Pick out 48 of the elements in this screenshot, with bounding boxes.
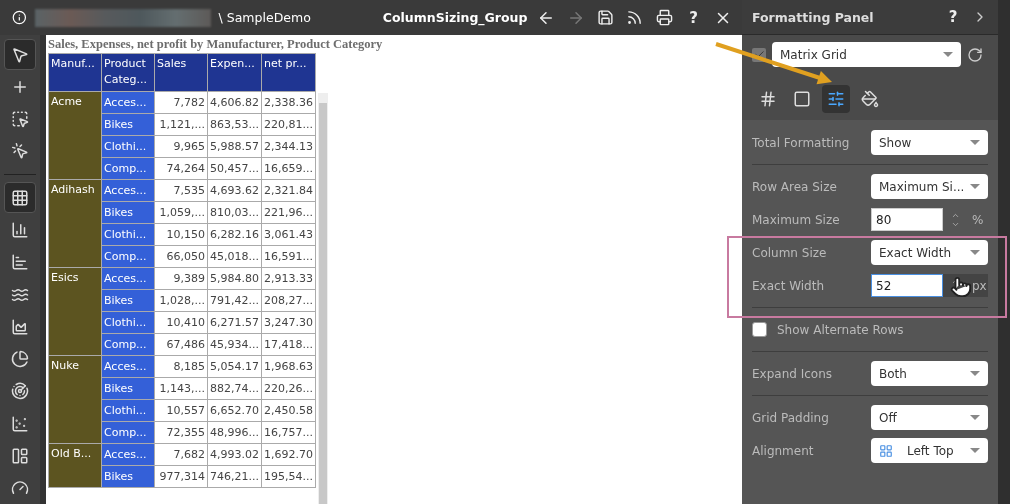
manufacturer-cell: Adihash xyxy=(48,179,102,268)
column-header: Manuf... xyxy=(48,53,102,92)
panel-title: Formatting Panel xyxy=(752,9,875,25)
manufacturer-cell: Nuke xyxy=(48,355,102,444)
setting-label: Expand Icons xyxy=(752,366,834,381)
setting-label: Grid Padding xyxy=(752,410,830,425)
setting-label: Row Area Size xyxy=(752,179,838,194)
setting-label: Alignment xyxy=(752,443,815,458)
column-header: Expen... xyxy=(207,53,262,92)
paint-bucket-icon[interactable] xyxy=(861,90,879,108)
setting-label: Column Size xyxy=(752,245,828,260)
hand-cursor-icon xyxy=(950,276,972,298)
dropdown[interactable]: Show xyxy=(871,130,988,155)
sliders-icon[interactable] xyxy=(822,85,850,113)
manufacturer-cell: Old B... xyxy=(48,443,102,488)
dropdown[interactable]: Exact Width xyxy=(871,240,988,265)
hash-icon[interactable] xyxy=(759,90,777,108)
number-field[interactable]: 80 xyxy=(871,208,943,231)
unit-label: px xyxy=(972,278,987,293)
setting-label: Show Alternate Rows xyxy=(777,322,905,337)
column-header: net pr... xyxy=(261,53,316,92)
column-header: Product Categ... xyxy=(101,53,155,92)
manufacturer-cell: Esics xyxy=(48,267,102,356)
number-field[interactable]: 52 xyxy=(871,274,943,297)
dropdown[interactable]: Left Top xyxy=(871,438,988,463)
info-icon[interactable] xyxy=(12,10,27,25)
dropdown[interactable]: Both xyxy=(871,361,988,386)
checkbox[interactable] xyxy=(752,322,767,337)
help-button[interactable]: ? xyxy=(942,6,964,28)
frame-icon[interactable] xyxy=(793,90,811,108)
pointer-icon[interactable] xyxy=(4,39,36,71)
chart-title: Sales, Expenses, net profit by Manufacturer, Product Category xyxy=(48,37,384,52)
setting-label: Maximum Size xyxy=(752,212,841,227)
scrollbar[interactable] xyxy=(317,93,328,504)
setting-label: Total Formatting xyxy=(752,135,851,150)
column-header: Sales xyxy=(154,53,208,92)
window-title: ColumnSizing_Group xyxy=(382,10,528,25)
path-text: \ SampleDemo xyxy=(218,10,311,25)
help-button[interactable]: ? xyxy=(682,6,705,29)
unit-label: % xyxy=(972,212,984,227)
setting-label: Exact Width xyxy=(752,278,826,293)
alignment-icon xyxy=(879,443,893,458)
manufacturer-cell: Acme xyxy=(48,91,102,180)
dropdown[interactable]: Off xyxy=(871,405,988,430)
dropdown[interactable]: Maximum Si... xyxy=(871,174,988,199)
visual-type-dropdown[interactable]: Matrix Grid xyxy=(772,42,961,67)
reset-icon[interactable] xyxy=(967,46,983,63)
grid-icon[interactable] xyxy=(4,182,36,214)
